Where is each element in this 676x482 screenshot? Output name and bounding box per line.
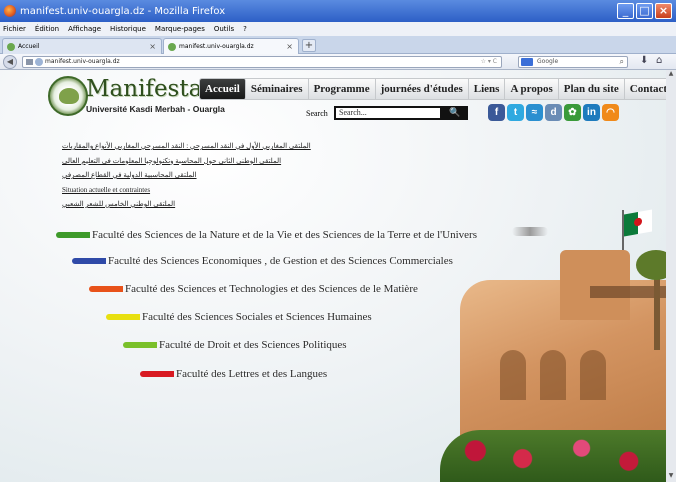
link-accounting-it[interactable]: الملتقى الوطني الثاني حول المحاسبة وتكنو… <box>62 155 322 170</box>
menu-help[interactable]: ? <box>243 25 247 33</box>
main-menu: Accueil Séminaires Programme journées d'… <box>199 78 674 100</box>
window-titlebar: manifest.univ-ouargla.dz - Mozilla Firef… <box>0 0 676 22</box>
back-button[interactable]: ◀ <box>3 55 17 69</box>
link-situation-actuelle[interactable]: Situation actuelle et contraintes <box>62 184 322 199</box>
minimize-button[interactable]: _ <box>617 3 634 19</box>
rss-icon[interactable]: ≈ <box>526 104 543 121</box>
vertical-scrollbar[interactable]: ▲ ▼ <box>666 70 676 482</box>
tab-label: manifest.univ-ouargla.dz <box>179 43 254 50</box>
url-bar[interactable]: manifest.univ-ouargla.dz ☆ ▾ C <box>22 56 502 68</box>
menu-bar: Fichier Édition Affichage Historique Mar… <box>0 22 676 36</box>
social-icons: f t ≈ d ✿ in ◠ <box>488 104 619 121</box>
nav-plan-du-site[interactable]: Plan du site <box>559 79 625 99</box>
yellow-bar-icon <box>106 314 140 320</box>
tab-manifest[interactable]: manifest.univ-ouargla.dz × <box>163 38 299 54</box>
nav-liens[interactable]: Liens <box>469 79 506 99</box>
maximize-button[interactable]: □ <box>636 3 653 19</box>
firefox-icon <box>4 5 16 17</box>
nav-a-propos[interactable]: A propos <box>505 79 559 99</box>
rss-feed-icon[interactable]: ◠ <box>602 104 619 121</box>
digg-icon[interactable]: d <box>545 104 562 121</box>
reload-icon[interactable]: ☆ ▾ C <box>481 57 497 67</box>
grid-icon <box>26 59 33 65</box>
menu-tools[interactable]: Outils <box>214 25 234 33</box>
nav-contact[interactable]: Contact <box>625 79 672 99</box>
faculty-economics[interactable]: Faculté des Sciences Economiques , de Ge… <box>72 251 453 271</box>
faculty-label: Faculté des Sciences Sociales et Science… <box>142 311 372 323</box>
red-bar-icon <box>140 371 174 377</box>
lightgreen-bar-icon <box>123 342 157 348</box>
facebook-icon[interactable]: f <box>488 104 505 121</box>
menu-edit[interactable]: Édition <box>35 25 59 33</box>
new-tab-button[interactable]: + <box>302 39 316 52</box>
tab-label: Accueil <box>18 43 40 50</box>
search-bar[interactable]: Google ⌕ <box>518 56 628 68</box>
scroll-up-icon[interactable]: ▲ <box>666 70 676 80</box>
close-tab-icon[interactable]: × <box>149 42 156 51</box>
close-tab-icon[interactable]: × <box>286 42 293 51</box>
nav-accueil[interactable]: Accueil <box>200 79 246 99</box>
site-search-button[interactable]: 🔍 <box>442 106 468 120</box>
url-text: manifest.univ-ouargla.dz <box>45 58 120 65</box>
university-building-image <box>440 240 676 482</box>
menu-bookmarks[interactable]: Marque-pages <box>155 25 205 33</box>
nav-journees-etudes[interactable]: journées d'études <box>376 79 469 99</box>
faculty-technology[interactable]: Faculté des Sciences et Technologies et … <box>89 279 418 299</box>
tab-accueil[interactable]: Accueil × <box>2 38 162 54</box>
link-banking-accounting[interactable]: الملتقى المحاسبية الدولية في القطاع المص… <box>62 169 322 184</box>
google-icon <box>521 58 533 66</box>
faculty-social-sciences[interactable]: Faculté des Sciences Sociales et Science… <box>106 307 372 327</box>
favicon-icon <box>7 42 15 51</box>
faculty-letters[interactable]: Faculté des Lettres et des Langues <box>140 364 327 384</box>
faculty-snv-stu[interactable]: Faculté des Sciences de la Nature et de … <box>56 225 477 245</box>
faculty-label: Faculté des Lettres et des Langues <box>176 368 328 380</box>
delicious-icon[interactable]: ✿ <box>564 104 581 121</box>
linkedin-icon[interactable]: in <box>583 104 600 121</box>
home-icon[interactable]: ⌂ <box>656 55 662 66</box>
link-popular-poetry[interactable]: الملتقى الوطني الخامس للشعر الشعبي <box>62 198 322 213</box>
logo-subtitle: Université Kasdi Merbah - Ouargla <box>86 104 225 114</box>
download-icon[interactable]: ⬇ <box>640 55 648 66</box>
faculty-label: Faculté des Sciences de la Nature et de … <box>92 229 477 241</box>
menu-view[interactable]: Affichage <box>68 25 101 33</box>
faculty-label: Faculté des Sciences et Technologies et … <box>125 283 418 295</box>
window-title: manifest.univ-ouargla.dz - Mozilla Firef… <box>20 5 226 17</box>
site-search-input[interactable]: Search... <box>334 106 442 120</box>
search-icon[interactable]: ⌕ <box>620 57 624 67</box>
search-engine-label: Google <box>537 58 559 65</box>
faculty-law[interactable]: Faculté de Droit et des Sciences Politiq… <box>123 335 347 355</box>
tab-bar: Accueil × manifest.univ-ouargla.dz × + <box>0 36 676 54</box>
link-maghreb-theatre[interactable]: الملتقى المغاربي الأول في النقد المسرحي … <box>62 140 322 155</box>
nav-programme[interactable]: Programme <box>309 79 376 99</box>
faculty-label: Faculté de Droit et des Sciences Politiq… <box>159 339 347 351</box>
blue-bar-icon <box>72 258 106 264</box>
announcement-links: الملتقى المغاربي الأول في النقد المسرحي … <box>62 140 322 213</box>
close-button[interactable]: × <box>655 3 672 19</box>
university-emblem-icon <box>48 76 88 116</box>
scroll-down-icon[interactable]: ▼ <box>666 472 676 482</box>
faculty-label: Faculté des Sciences Economiques , de Ge… <box>108 255 453 267</box>
menu-file[interactable]: Fichier <box>3 25 26 33</box>
site-identity-icon[interactable] <box>35 58 43 66</box>
navigation-bar: ◀ manifest.univ-ouargla.dz ☆ ▾ C Google … <box>0 54 676 70</box>
menu-history[interactable]: Historique <box>110 25 146 33</box>
green-bar-icon <box>56 232 90 238</box>
page-content: Manifestations Université Kasdi Merbah -… <box>0 70 676 482</box>
window-controls: _ □ × <box>617 3 672 19</box>
orange-bar-icon <box>89 286 123 292</box>
twitter-icon[interactable]: t <box>507 104 524 121</box>
blurred-redaction <box>512 227 548 236</box>
favicon-icon <box>168 42 176 51</box>
search-label: Search <box>306 109 328 118</box>
nav-seminaires[interactable]: Séminaires <box>246 79 309 99</box>
